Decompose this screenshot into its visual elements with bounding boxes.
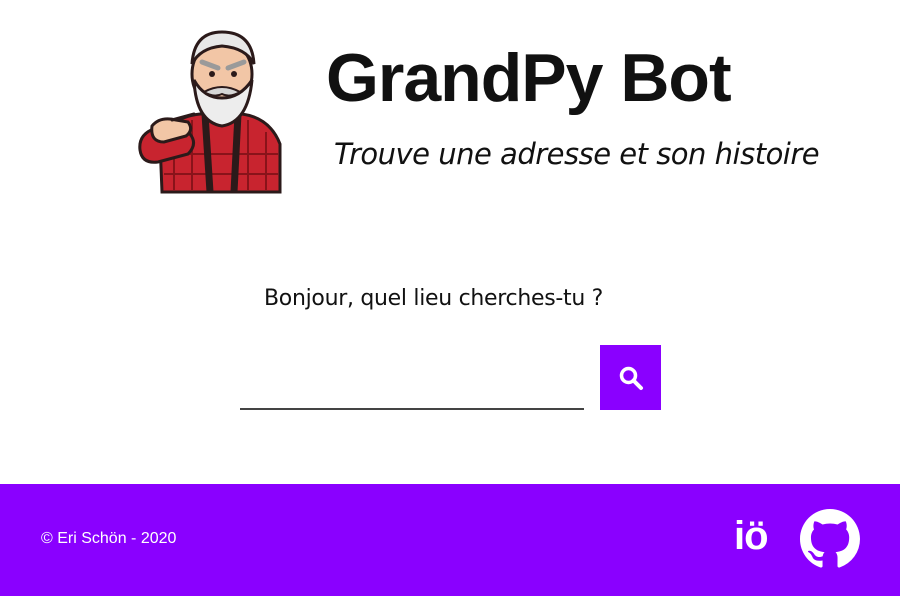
io-link[interactable]: iö — [734, 512, 769, 560]
grandpa-mascot-icon — [138, 30, 282, 194]
page-header: GrandPy Bot Trouve une adresse et son hi… — [0, 0, 900, 220]
search-icon — [619, 366, 643, 390]
search-prompt: Bonjour, quel lieu cherches-tu ? — [264, 286, 604, 311]
page-footer: © Eri Schön - 2020 iö — [0, 484, 900, 596]
copyright-text: © Eri Schön - 2020 — [41, 530, 177, 547]
github-icon — [800, 509, 860, 568]
search-input[interactable] — [240, 372, 584, 410]
app-title: GrandPy Bot — [326, 40, 732, 116]
search-button[interactable] — [600, 345, 661, 410]
github-link[interactable] — [800, 509, 860, 569]
app-subtitle: Trouve une adresse et son histoire — [334, 137, 820, 171]
